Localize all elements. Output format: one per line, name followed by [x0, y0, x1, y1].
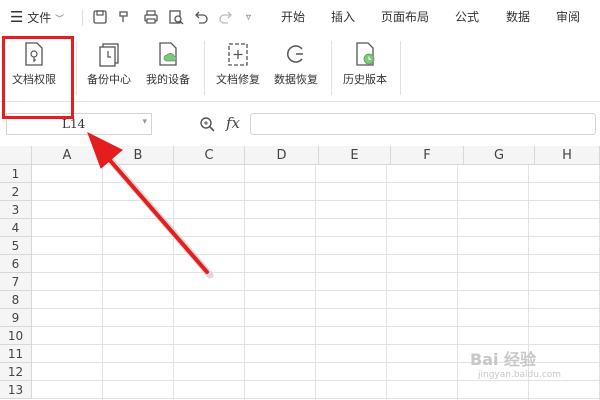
divider [76, 41, 77, 95]
watermark-subtext: jingyan.baidu.com [478, 370, 562, 380]
column-header-b[interactable]: B [103, 146, 174, 165]
backup-center-label: 备份中心 [87, 73, 131, 86]
tab-formulas[interactable]: 公式 [455, 0, 479, 35]
backup-center-icon [99, 43, 119, 67]
save-icon[interactable] [92, 9, 108, 25]
formula-input[interactable] [250, 113, 596, 135]
column-header-a[interactable]: A [32, 146, 103, 165]
divider [82, 10, 83, 26]
tab-data[interactable]: 数据 [506, 0, 530, 35]
undo-icon[interactable] [193, 9, 209, 25]
file-menu[interactable]: ☰ 文件 ﹀ [10, 0, 64, 35]
row-header[interactable]: 1 [0, 165, 32, 183]
row-header[interactable]: 7 [0, 273, 32, 291]
highlight-box [2, 36, 74, 119]
column-header-d[interactable]: D [245, 146, 319, 165]
name-box-value: L14 [62, 117, 86, 131]
chevron-down-icon[interactable]: ▾ [142, 117, 147, 127]
column-header-e[interactable]: E [319, 146, 391, 165]
row-header[interactable]: 11 [0, 345, 32, 363]
row-header[interactable]: 8 [0, 291, 32, 309]
format-painter-icon[interactable] [116, 9, 132, 25]
customize-quick-access-icon[interactable]: ▿ [246, 0, 251, 35]
formula-bar: L14 ▾ fx [0, 108, 600, 142]
zoom-icon[interactable] [199, 116, 215, 132]
file-menu-label: 文件 [27, 11, 52, 25]
data-recovery-icon [287, 45, 303, 63]
backup-center-button[interactable]: 备份中心 [82, 35, 136, 101]
history-version-button[interactable]: 历史版本 [337, 35, 393, 101]
column-header-h[interactable]: H [535, 146, 600, 165]
ribbon-toolbar: 文档权限 备份中心 我的设备 文档修复 数据恢复 历史版本 [0, 35, 600, 102]
hamburger-icon: ☰ [10, 8, 24, 26]
my-device-label: 我的设备 [146, 73, 190, 86]
print-icon[interactable] [143, 9, 159, 25]
menu-bar: ☰ 文件 ﹀ ▿ 开始 插入 页面布局 公式 数据 审阅 [0, 0, 600, 35]
row-header[interactable]: 5 [0, 237, 32, 255]
row-header[interactable]: 10 [0, 327, 32, 345]
row-header[interactable]: 6 [0, 255, 32, 273]
chevron-down-icon: ﹀ [55, 15, 65, 25]
row-header[interactable]: 9 [0, 309, 32, 327]
print-preview-icon[interactable] [168, 9, 184, 25]
tab-page-layout[interactable]: 页面布局 [381, 0, 429, 35]
row-header[interactable]: 3 [0, 201, 32, 219]
row-header[interactable]: 13 [0, 381, 32, 399]
divider [400, 41, 401, 95]
my-device-button[interactable]: 我的设备 [140, 35, 196, 101]
select-all-corner[interactable] [0, 146, 32, 165]
row-header[interactable]: 4 [0, 219, 32, 237]
divider [204, 41, 205, 95]
redo-icon[interactable] [218, 9, 234, 25]
row-header[interactable]: 12 [0, 363, 32, 381]
history-version-icon [356, 42, 375, 66]
fx-icon[interactable]: fx [226, 114, 240, 132]
doc-repair-icon [228, 43, 248, 66]
data-recovery-button[interactable]: 数据恢复 [268, 35, 324, 101]
row-header[interactable]: 2 [0, 183, 32, 201]
tab-review[interactable]: 审阅 [556, 0, 580, 35]
column-header-g[interactable]: G [464, 146, 535, 165]
watermark: Bai 经验 [470, 350, 537, 369]
tab-insert[interactable]: 插入 [331, 0, 355, 35]
doc-repair-button[interactable]: 文档修复 [210, 35, 266, 101]
my-device-icon [159, 42, 177, 66]
history-version-label: 历史版本 [343, 73, 387, 86]
tab-home[interactable]: 开始 [281, 0, 305, 35]
doc-repair-label: 文档修复 [216, 73, 260, 86]
column-header-c[interactable]: C [174, 146, 245, 165]
column-header-f[interactable]: F [391, 146, 464, 165]
divider [331, 41, 332, 95]
data-recovery-label: 数据恢复 [274, 73, 318, 86]
